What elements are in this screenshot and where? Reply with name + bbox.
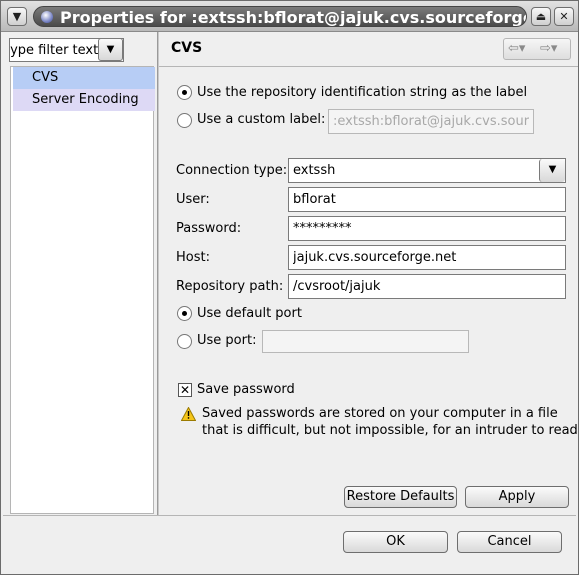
port-field[interactable]: [262, 330, 469, 353]
warning-text-line2: that is difficult, but not impossible, f…: [202, 423, 579, 438]
dialog-separator: [3, 515, 576, 516]
cancel-button[interactable]: Cancel: [457, 531, 562, 553]
user-field[interactable]: [288, 187, 566, 212]
repository-path-input[interactable]: [289, 275, 565, 298]
chevron-down-icon[interactable]: ▼: [539, 159, 565, 182]
save-password-label: Save password: [197, 382, 295, 397]
connection-type-select[interactable]: extssh ▼: [288, 158, 566, 183]
tree-item-server-encoding[interactable]: Server Encoding: [13, 89, 155, 111]
repo-id-label-text: Use the repository identification string…: [197, 85, 528, 100]
arrow-right-icon[interactable]: ⇨▾: [540, 39, 557, 59]
default-port-label: Use default port: [197, 306, 302, 321]
repository-path-field[interactable]: [288, 274, 566, 299]
close-icon: ✕: [559, 10, 569, 23]
port-input[interactable]: [263, 331, 468, 352]
warning-icon: [181, 407, 196, 421]
custom-label-text: Use a custom label:: [197, 112, 326, 127]
window-menu-button[interactable]: ▼: [7, 7, 27, 26]
connection-type-label: Connection type:: [176, 163, 288, 178]
chevron-down-icon: ▼: [12, 10, 22, 23]
arrow-left-icon[interactable]: ⇦▾: [508, 39, 525, 59]
password-label: Password:: [176, 221, 242, 236]
restore-defaults-button[interactable]: Restore Defaults: [344, 486, 457, 508]
header-separator: [159, 66, 578, 67]
shade-button[interactable]: ⏏: [531, 7, 551, 26]
title-bar[interactable]: ▼ Properties for :extssh:bflorat@jajuk.c…: [1, 1, 578, 32]
chevron-down-icon: ▼: [106, 44, 115, 55]
apply-button[interactable]: Apply: [465, 486, 569, 508]
custom-label-field[interactable]: [328, 109, 534, 134]
filter-dropdown-button[interactable]: ▼: [98, 38, 123, 61]
connection-type-value: extssh: [293, 163, 336, 178]
repo-id-label-radio[interactable]: [177, 85, 192, 100]
preference-tree: CVS Server Encoding: [10, 66, 155, 514]
user-label: User:: [176, 192, 210, 207]
shade-icon: ⏏: [535, 10, 547, 23]
ok-button[interactable]: OK: [343, 531, 448, 553]
properties-dialog: ▼ Properties for :extssh:bflorat@jajuk.c…: [0, 0, 579, 575]
window-title-pill: Properties for :extssh:bflorat@jajuk.cvs…: [33, 6, 527, 27]
password-field[interactable]: [288, 216, 566, 241]
window-title: Properties for :extssh:bflorat@jajuk.cvs…: [60, 8, 527, 27]
default-port-radio[interactable]: [177, 306, 192, 321]
tree-item-cvs[interactable]: CVS: [13, 67, 155, 89]
user-input[interactable]: [289, 188, 565, 211]
history-navigation: ⇦▾ ⇨▾: [503, 38, 571, 60]
host-label: Host:: [176, 250, 210, 265]
page-title: CVS: [171, 40, 203, 56]
save-password-checkbox[interactable]: ✕: [178, 383, 192, 397]
custom-label-radio[interactable]: [177, 113, 192, 128]
warning-text-line1: Saved passwords are stored on your compu…: [202, 406, 558, 421]
close-button[interactable]: ✕: [554, 7, 574, 26]
password-input[interactable]: [289, 217, 565, 240]
host-field[interactable]: [288, 245, 566, 270]
custom-port-label: Use port:: [197, 333, 257, 348]
app-icon: [41, 11, 53, 23]
custom-label-input[interactable]: [329, 110, 533, 133]
host-input[interactable]: [289, 246, 565, 269]
custom-port-radio[interactable]: [177, 334, 192, 349]
repository-path-label: Repository path:: [176, 279, 284, 294]
sash-divider[interactable]: [157, 32, 159, 515]
